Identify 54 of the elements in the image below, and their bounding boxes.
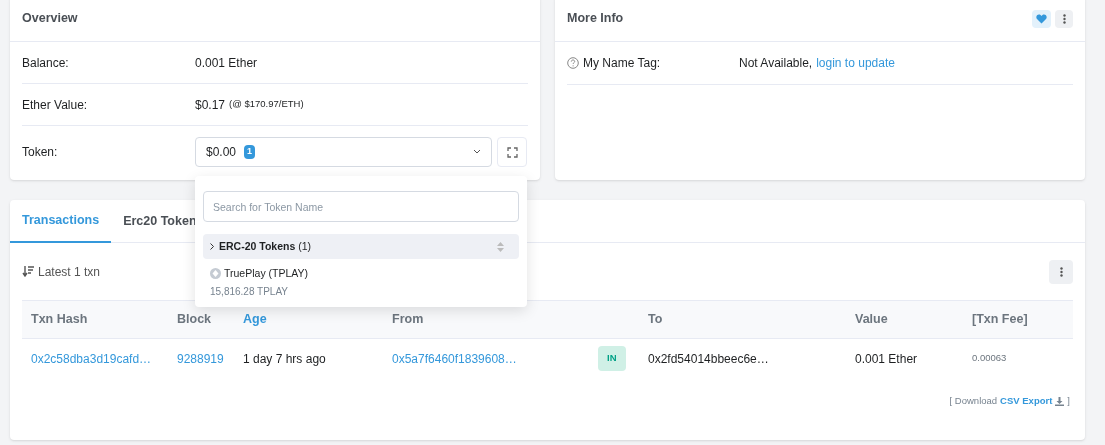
- token-select[interactable]: $0.00 1: [195, 137, 492, 167]
- token-name: TruePlay (TPLAY): [224, 266, 309, 281]
- chevron-icon: [473, 149, 481, 155]
- block-link[interactable]: 9288919: [177, 349, 243, 368]
- column-header: Block: [177, 311, 213, 329]
- more-button[interactable]: [1055, 9, 1073, 28]
- group-title: ERC-20 Tokens (1): [219, 238, 311, 254]
- column-header: [Txn Fee]: [972, 311, 1029, 329]
- summary-text: Latest 1 txn: [38, 263, 101, 281]
- download-icon: [1055, 396, 1065, 406]
- token-group-header[interactable]: ERC-20 Tokens (1): [203, 234, 519, 259]
- field-value: $0.17: [195, 96, 226, 114]
- price-note: (@ $170.97/ETH): [229, 97, 304, 112]
- favorite-button[interactable]: [1032, 9, 1051, 28]
- value-cell-text: 0.001 Ether: [855, 350, 919, 368]
- field-label: Ether Value:: [22, 96, 89, 114]
- token-amount: 15,816.28 TPLAY: [210, 284, 290, 299]
- field-value: 0.001 Ether: [195, 54, 258, 72]
- fee-cell-text: 0.00063: [972, 351, 1008, 366]
- more-icon: [1059, 266, 1063, 277]
- login-link[interactable]: login to update: [816, 54, 895, 72]
- card-title: More Info: [567, 10, 624, 28]
- count-badge: 1: [244, 145, 256, 159]
- column-header: Value: [855, 311, 889, 329]
- column-header: From: [392, 311, 425, 329]
- field-label: My Name Tag:: [583, 55, 661, 72]
- more-icon: [1062, 13, 1066, 24]
- heart-icon: [1036, 13, 1047, 24]
- column-header: Txn Hash: [31, 311, 89, 329]
- direction-badge: IN: [598, 346, 626, 371]
- column-header[interactable]: Age: [243, 310, 392, 329]
- export-prefix: [ Download: [949, 394, 998, 408]
- token-item[interactable]: TruePlay (TPLAY) 15,816.28 TPLAY: [203, 266, 519, 299]
- tab[interactable]: Transactions: [10, 200, 112, 243]
- token-icon: [210, 268, 221, 280]
- txn-hash-link[interactable]: 0x2c58dba3d19cafd…: [31, 349, 177, 368]
- field-label: Token:: [22, 144, 59, 161]
- age-cell-text: 1 day 7 hrs ago: [243, 350, 327, 368]
- field-value: Not Available,: [739, 55, 813, 72]
- fullscreen-icon: [506, 146, 518, 158]
- help-icon: [567, 57, 579, 69]
- token-search-field[interactable]: Search for Token Name: [203, 191, 519, 222]
- csv-export-link[interactable]: CSV Export: [1000, 394, 1053, 409]
- more-button[interactable]: [1049, 259, 1073, 284]
- from-link[interactable]: 0x5a7f6460f1839608…: [392, 349, 598, 368]
- sort-icon: [497, 241, 504, 252]
- card-title: Overview: [22, 10, 78, 28]
- field-label: Balance:: [22, 54, 70, 72]
- export-suffix: ]: [1067, 394, 1070, 408]
- column-header: To: [648, 311, 664, 329]
- chevron-icon: [210, 243, 214, 250]
- to-address: 0x2fd54014bbeec6e…: [648, 350, 770, 368]
- expand-button[interactable]: [497, 137, 527, 167]
- sort-icon: [22, 266, 34, 277]
